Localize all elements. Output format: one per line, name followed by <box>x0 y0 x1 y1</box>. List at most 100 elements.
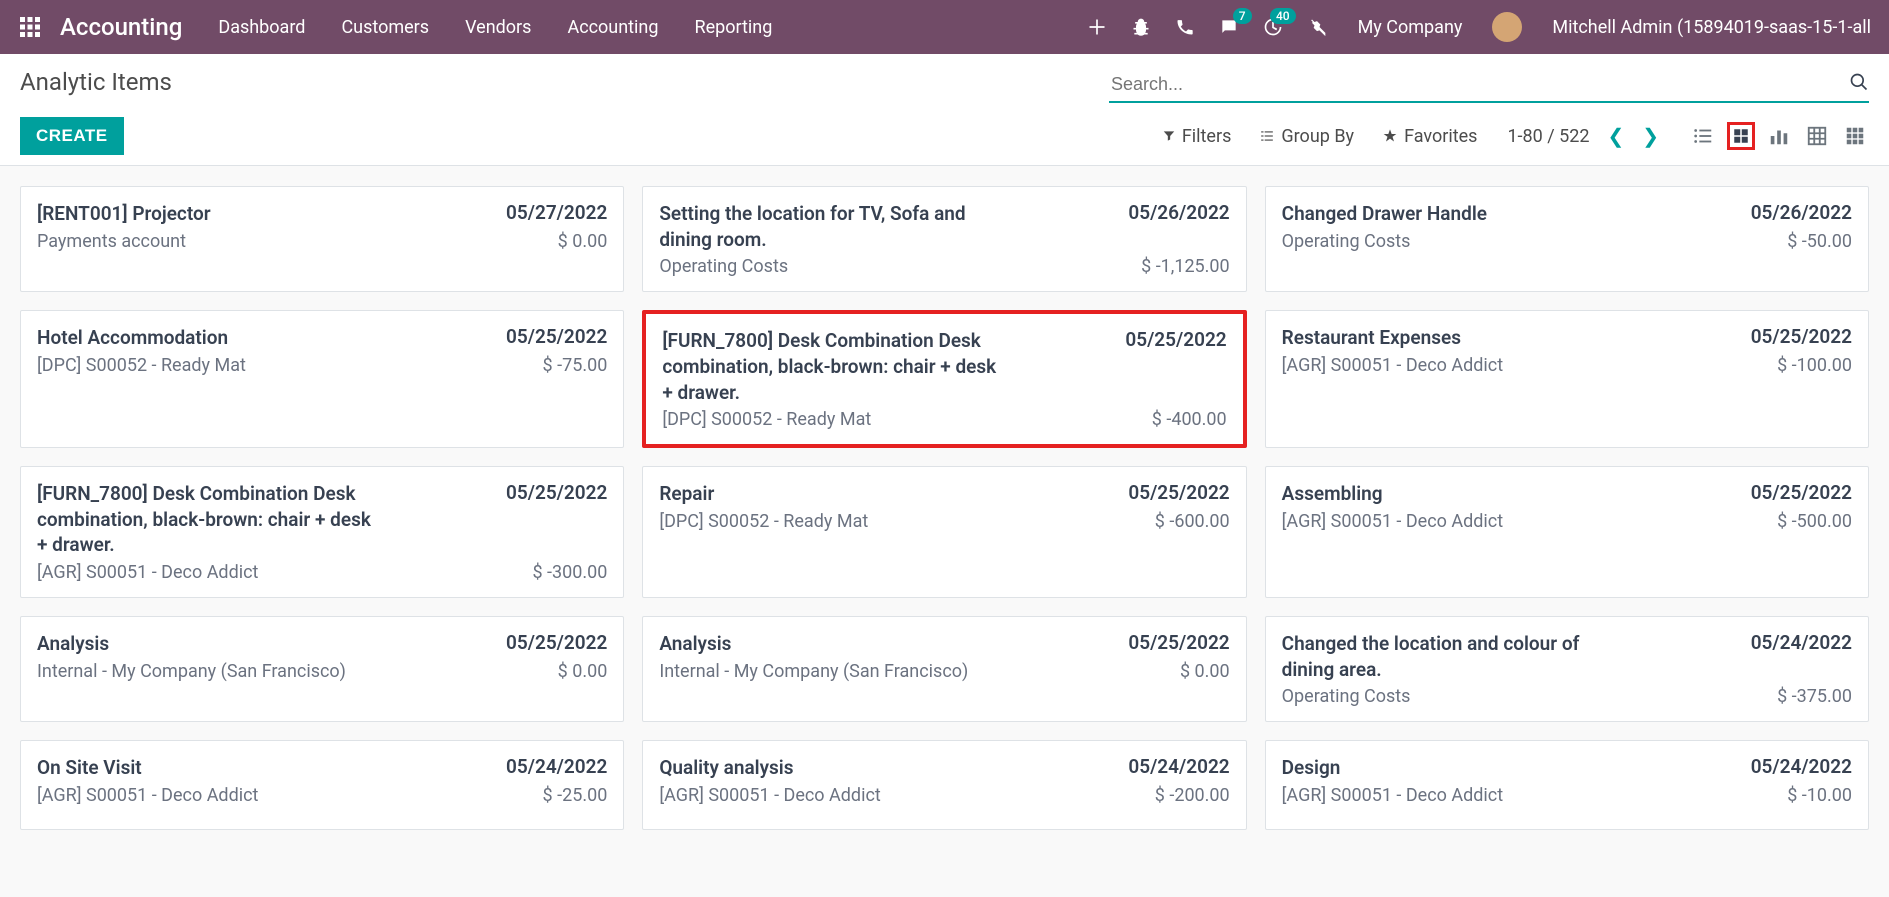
search-input[interactable] <box>1109 68 1869 103</box>
kanban-card[interactable]: Assembling 05/25/2022 [AGR] S00051 - Deco … <box>1265 466 1869 598</box>
kanban-card[interactable]: [FURN_7800] Desk Combination Desk combin… <box>20 466 624 598</box>
card-title: Repair <box>659 481 714 507</box>
pager-value[interactable]: 1-80 / 522 <box>1507 126 1589 147</box>
kanban-card[interactable]: On Site Visit 05/24/2022 [AGR] S00051 - De… <box>20 740 624 830</box>
card-date: 05/25/2022 <box>506 631 607 654</box>
card-account: [AGR] S00051 - Deco Addict <box>1282 355 1503 376</box>
card-title: Changed Drawer Handle <box>1282 201 1487 227</box>
card-date: 05/26/2022 <box>1128 201 1229 224</box>
kanban-card[interactable]: Design05/24/2022[AGR] S00051 - Deco Addi… <box>1265 740 1869 830</box>
card-account: [DPC] S00052 - Ready Mat <box>662 409 871 430</box>
kanban-card[interactable]: Quality analysis05/24/2022[AGR] S00051 -… <box>642 740 1246 830</box>
pager-prev-icon[interactable]: ❮ <box>1607 124 1624 148</box>
systray: 7 40 My Company Mitchell Admin (15894019… <box>1086 12 1871 42</box>
kanban-card[interactable]: Changed Drawer Handle 05/26/2022 Operating… <box>1265 186 1869 292</box>
card-title: Setting the location for TV, Sofa and di… <box>659 201 1001 252</box>
activities-badge: 40 <box>1270 8 1296 24</box>
card-account: Operating Costs <box>1282 231 1411 252</box>
kanban-card[interactable]: Hotel Accommodation05/25/2022[DPC] S0005… <box>20 310 624 448</box>
user-menu[interactable]: Mitchell Admin (15894019-saas-15-1-all <box>1552 17 1871 38</box>
card-amount: $ -300.00 <box>532 562 607 583</box>
list-view-icon[interactable] <box>1689 122 1717 150</box>
kanban-card[interactable]: Repair05/25/2022[DPC] S00052 - Ready Mat… <box>642 466 1246 598</box>
card-date: 05/24/2022 <box>1128 755 1229 778</box>
search-container <box>1109 68 1869 103</box>
card-title: Hotel Accommodation <box>37 325 228 351</box>
kanban-container: [RENT001] Projector 05/27/2022 Payments ac… <box>0 166 1889 850</box>
card-account: [AGR] S00051 - Deco Addict <box>37 785 258 806</box>
pager: 1-80 / 522 ❮ ❯ <box>1507 124 1659 148</box>
page-title: Analytic Items <box>20 68 172 96</box>
card-title: Changed the location and colour of dinin… <box>1282 631 1624 682</box>
card-account: Internal - My Company (San Francisco) <box>659 661 968 682</box>
card-account: Internal - My Company (San Francisco) <box>37 661 346 682</box>
card-date: 05/25/2022 <box>1751 481 1852 504</box>
control-panel: Analytic Items CREATE Filters Group By F… <box>0 54 1889 166</box>
kanban-card[interactable]: Changed the location and colour of dinin… <box>1265 616 1869 722</box>
card-date: 05/25/2022 <box>506 481 607 504</box>
tools-icon[interactable] <box>1306 16 1328 38</box>
search-options: Filters Group By Favorites <box>1162 126 1478 147</box>
graph-view-icon[interactable] <box>1765 122 1793 150</box>
nav-dashboard[interactable]: Dashboard <box>218 17 305 38</box>
main-menu: Dashboard Customers Vendors Accounting R… <box>218 17 772 38</box>
kanban-view-icon[interactable] <box>1727 122 1755 150</box>
card-amount: $ -10.00 <box>1787 785 1852 806</box>
apps-menu-icon[interactable] <box>18 15 42 39</box>
nav-customers[interactable]: Customers <box>341 17 429 38</box>
user-avatar[interactable] <box>1492 12 1522 42</box>
card-amount: $ -100.00 <box>1777 355 1852 376</box>
card-amount: $ -50.00 <box>1787 231 1852 252</box>
create-button[interactable]: CREATE <box>20 117 124 155</box>
card-amount: $ -600.00 <box>1155 511 1230 532</box>
kanban-card[interactable]: [FURN_7800] Desk Combination Desk combin… <box>642 310 1246 448</box>
kanban-card[interactable]: [RENT001] Projector 05/27/2022 Payments ac… <box>20 186 624 292</box>
bug-icon[interactable] <box>1130 16 1152 38</box>
filters-dropdown[interactable]: Filters <box>1162 126 1232 147</box>
groupby-dropdown[interactable]: Group By <box>1259 126 1354 147</box>
company-switcher[interactable]: My Company <box>1358 17 1463 38</box>
kanban-card[interactable]: Setting the location for TV, Sofa and di… <box>642 186 1246 292</box>
card-account: [AGR] S00051 - Deco Addict <box>37 562 258 583</box>
card-amount: $ -500.00 <box>1777 511 1852 532</box>
app-title[interactable]: Accounting <box>60 13 182 41</box>
kanban-card[interactable]: Restaurant Expenses 05/25/2022 [AGR] S0005… <box>1265 310 1869 448</box>
card-date: 05/27/2022 <box>506 201 607 224</box>
nav-vendors[interactable]: Vendors <box>465 17 531 38</box>
card-amount: $ -375.00 <box>1777 686 1852 707</box>
kanban-card[interactable]: Analysis05/25/2022Internal - My Company … <box>20 616 624 722</box>
card-date: 05/24/2022 <box>506 755 607 778</box>
card-title: [FURN_7800] Desk Combination Desk combin… <box>662 328 1001 405</box>
card-title: Assembling <box>1282 481 1383 507</box>
card-date: 05/25/2022 <box>1128 631 1229 654</box>
grid-view-icon[interactable] <box>1841 122 1869 150</box>
card-amount: $ -400.00 <box>1152 409 1227 430</box>
card-title: Design <box>1282 755 1341 781</box>
search-icon[interactable] <box>1849 72 1869 96</box>
pivot-view-icon[interactable] <box>1803 122 1831 150</box>
card-amount: $ 0.00 <box>558 231 608 252</box>
card-title: Restaurant Expenses <box>1282 325 1461 351</box>
pager-next-icon[interactable]: ❯ <box>1642 124 1659 148</box>
card-account: Payments account <box>37 231 186 252</box>
card-date: 05/26/2022 <box>1751 201 1852 224</box>
messages-icon[interactable]: 7 <box>1218 16 1240 38</box>
card-account: [AGR] S00051 - Deco Addict <box>1282 511 1503 532</box>
nav-accounting[interactable]: Accounting <box>567 17 658 38</box>
phone-icon[interactable] <box>1174 16 1196 38</box>
activities-icon[interactable]: 40 <box>1262 16 1284 38</box>
card-title: On Site Visit <box>37 755 142 781</box>
card-account: [DPC] S00052 - Ready Mat <box>37 355 246 376</box>
card-title: Analysis <box>659 631 731 657</box>
card-title: [RENT001] Projector <box>37 201 211 227</box>
card-account: Operating Costs <box>659 256 788 277</box>
card-account: [AGR] S00051 - Deco Addict <box>659 785 880 806</box>
favorites-dropdown[interactable]: Favorites <box>1382 126 1477 147</box>
card-account: [AGR] S00051 - Deco Addict <box>1282 785 1503 806</box>
kanban-card[interactable]: Analysis 05/25/2022 Internal - My Company … <box>642 616 1246 722</box>
card-date: 05/25/2022 <box>1751 325 1852 348</box>
nav-reporting[interactable]: Reporting <box>694 17 772 38</box>
card-amount: $ 0.00 <box>558 661 608 682</box>
plus-icon[interactable] <box>1086 16 1108 38</box>
card-amount: $ 0.00 <box>1180 661 1230 682</box>
